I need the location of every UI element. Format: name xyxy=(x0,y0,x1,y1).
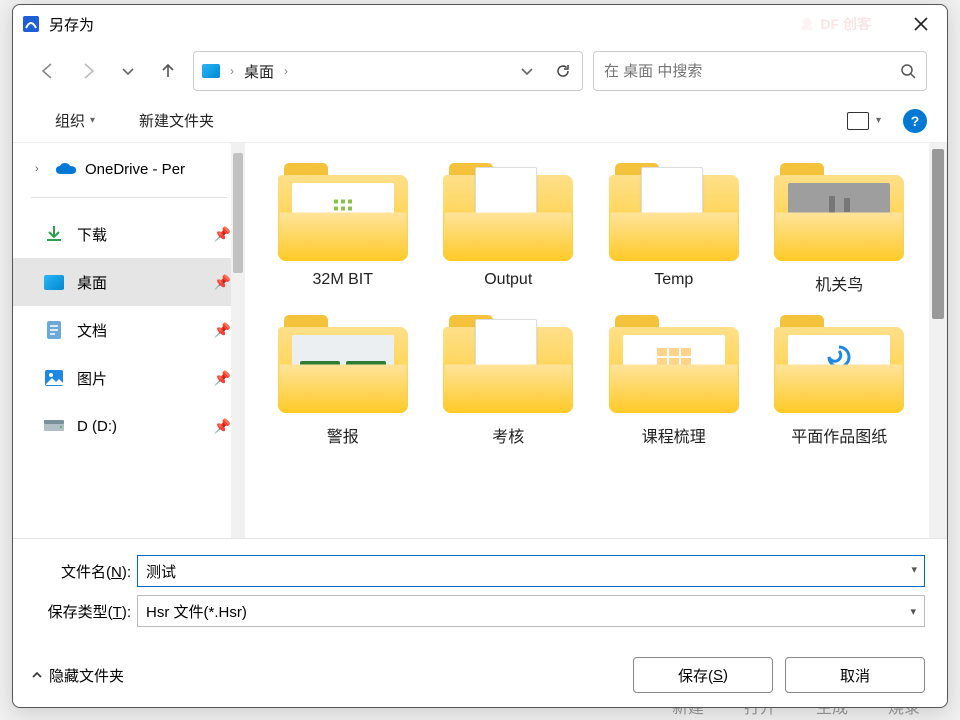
sidebar-item-label: D (D:) xyxy=(77,418,117,435)
view-mode-button[interactable]: ▾ xyxy=(843,108,885,134)
view-icon xyxy=(847,112,869,130)
sidebar-item-label: 图片 xyxy=(77,368,107,389)
chevron-down-icon[interactable]: ▾ xyxy=(911,563,917,576)
toolbar: 组织▾ 新建文件夹 ▾ ? xyxy=(13,99,947,143)
navigation-pane: › OneDrive - Per 下载 📌 桌面 📌 文档 📌 xyxy=(13,143,245,538)
folder-item[interactable]: 机关鸟 xyxy=(762,163,918,295)
filetype-combobox[interactable]: Hsr 文件(*.Hsr) ▾ xyxy=(137,595,925,627)
dialog-title: 另存为 xyxy=(49,14,94,35)
download-icon xyxy=(43,223,65,245)
pin-icon: 📌 xyxy=(214,370,231,387)
pin-icon: 📌 xyxy=(214,226,231,243)
address-bar[interactable]: › 桌面 › xyxy=(193,51,583,91)
forward-button[interactable] xyxy=(73,56,103,86)
cloud-icon xyxy=(55,162,77,176)
titlebar: 另存为 DF 创客 xyxy=(13,5,947,43)
breadcrumb-item[interactable]: 桌面 xyxy=(244,61,274,82)
file-list: 32M BIT Output Temp 机关鸟 警报 xyxy=(245,143,947,538)
location-icon xyxy=(202,64,220,78)
folder-item[interactable]: 课程梳理 xyxy=(596,315,752,447)
nav-row: › 桌面 › xyxy=(13,43,947,99)
folder-icon xyxy=(609,315,739,413)
sidebar-item-pictures[interactable]: 图片 📌 xyxy=(13,354,245,402)
folder-label: 考核 xyxy=(492,423,524,447)
pin-icon: 📌 xyxy=(214,322,231,339)
close-button[interactable] xyxy=(901,9,941,39)
address-dropdown[interactable] xyxy=(512,56,542,86)
sidebar-scrollbar[interactable] xyxy=(231,143,245,538)
main-area: › OneDrive - Per 下载 📌 桌面 📌 文档 📌 xyxy=(13,143,947,539)
sidebar-item-label: 桌面 xyxy=(77,272,107,293)
sidebar-item-label: 文档 xyxy=(77,320,107,341)
filename-input[interactable] xyxy=(137,555,925,587)
document-icon xyxy=(43,319,65,341)
filename-label: 文件名(N): xyxy=(35,561,131,582)
sidebar-item-documents[interactable]: 文档 📌 xyxy=(13,306,245,354)
folder-item[interactable]: 32M BIT xyxy=(265,163,421,295)
folder-item[interactable]: 平面作品图纸 xyxy=(762,315,918,447)
filetype-label: 保存类型(T): xyxy=(35,601,131,622)
search-icon xyxy=(900,63,916,79)
sidebar-item-downloads[interactable]: 下载 📌 xyxy=(13,210,245,258)
content-scrollbar[interactable] xyxy=(929,143,947,538)
folder-label: 平面作品图纸 xyxy=(791,423,887,447)
app-icon xyxy=(21,14,41,34)
chevron-up-icon xyxy=(31,669,43,681)
folder-label: 警报 xyxy=(327,423,359,447)
help-button[interactable]: ? xyxy=(903,109,927,133)
folder-icon xyxy=(443,163,573,261)
sidebar-item-label: OneDrive - Per xyxy=(85,161,185,178)
pin-icon: 📌 xyxy=(214,418,231,435)
chevron-right-icon: › xyxy=(230,64,234,78)
chevron-right-icon: › xyxy=(35,163,47,175)
watermark: DF 创客 xyxy=(798,14,871,34)
folder-icon xyxy=(278,315,408,413)
folder-icon xyxy=(774,163,904,261)
sidebar-item-drive-d[interactable]: D (D:) 📌 xyxy=(13,402,245,450)
search-input[interactable] xyxy=(604,63,900,80)
save-button[interactable]: 保存(S) xyxy=(633,657,773,693)
sidebar-item-label: 下载 xyxy=(77,224,107,245)
cancel-button[interactable]: 取消 xyxy=(785,657,925,693)
form-area: 文件名(N): ▾ 保存类型(T): Hsr 文件(*.Hsr) ▾ xyxy=(13,539,947,643)
folder-icon xyxy=(278,163,408,261)
refresh-button[interactable] xyxy=(548,56,578,86)
back-button[interactable] xyxy=(33,56,63,86)
drive-icon xyxy=(43,415,65,437)
footer: 隐藏文件夹 保存(S) 取消 xyxy=(13,643,947,707)
folder-item[interactable]: 警报 xyxy=(265,315,421,447)
pin-icon: 📌 xyxy=(214,274,231,291)
organize-menu[interactable]: 组织▾ xyxy=(51,106,99,135)
chevron-right-icon: › xyxy=(284,64,288,78)
desktop-icon xyxy=(43,271,65,293)
folder-item[interactable]: 考核 xyxy=(431,315,587,447)
pictures-icon xyxy=(43,367,65,389)
sidebar-item-onedrive[interactable]: › OneDrive - Per xyxy=(13,151,245,187)
search-box[interactable] xyxy=(593,51,927,91)
save-as-dialog: 另存为 DF 创客 › 桌面 › 组织▾ 新建文件夹 xyxy=(12,4,948,708)
folder-icon xyxy=(443,315,573,413)
folder-label: Output xyxy=(484,271,532,289)
folder-label: 32M BIT xyxy=(313,271,373,289)
new-folder-button[interactable]: 新建文件夹 xyxy=(135,106,218,135)
folder-label: Temp xyxy=(654,271,693,289)
chevron-down-icon: ▾ xyxy=(910,605,916,618)
sidebar-item-desktop[interactable]: 桌面 📌 xyxy=(13,258,245,306)
folder-label: 课程梳理 xyxy=(642,423,706,447)
divider xyxy=(31,197,227,198)
hide-folders-button[interactable]: 隐藏文件夹 xyxy=(31,665,124,686)
folder-icon xyxy=(609,163,739,261)
folder-icon xyxy=(774,315,904,413)
recent-dropdown[interactable] xyxy=(113,56,143,86)
filetype-value: Hsr 文件(*.Hsr) xyxy=(146,601,247,622)
folder-item[interactable]: Output xyxy=(431,163,587,295)
up-button[interactable] xyxy=(153,56,183,86)
folder-item[interactable]: Temp xyxy=(596,163,752,295)
folder-label: 机关鸟 xyxy=(815,271,863,295)
